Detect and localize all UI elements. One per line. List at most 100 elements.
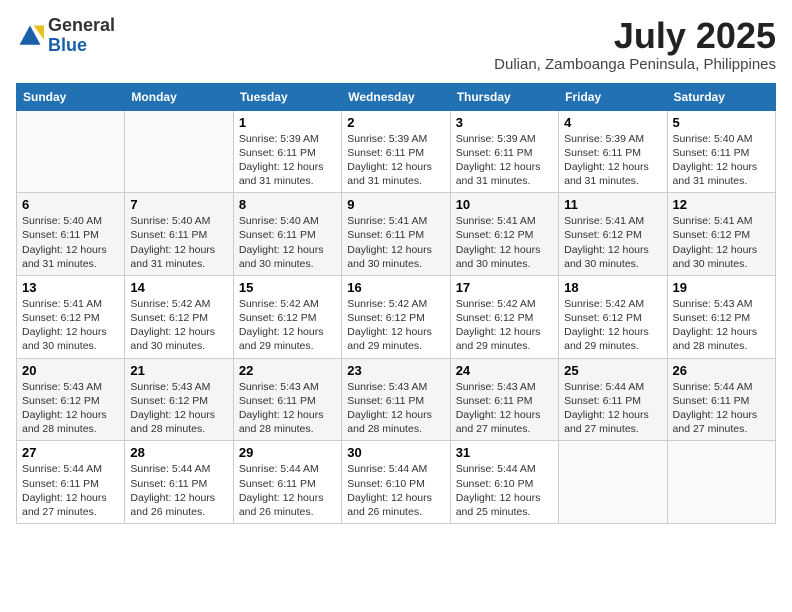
- day-info: Sunrise: 5:40 AM Sunset: 6:11 PM Dayligh…: [673, 132, 770, 189]
- day-number: 28: [130, 445, 227, 460]
- calendar-cell: 3 Sunrise: 5:39 AM Sunset: 6:11 PM Daylig…: [450, 110, 558, 193]
- day-info: Sunrise: 5:39 AM Sunset: 6:11 PM Dayligh…: [456, 132, 553, 189]
- day-number: 15: [239, 280, 336, 295]
- calendar-week-row: 20 Sunrise: 5:43 AM Sunset: 6:12 PM Dayli…: [17, 358, 776, 441]
- day-info: Sunrise: 5:44 AM Sunset: 6:11 PM Dayligh…: [673, 380, 770, 437]
- day-info: Sunrise: 5:39 AM Sunset: 6:11 PM Dayligh…: [564, 132, 661, 189]
- day-info: Sunrise: 5:43 AM Sunset: 6:11 PM Dayligh…: [456, 380, 553, 437]
- calendar-cell: 14 Sunrise: 5:42 AM Sunset: 6:12 PM Dayli…: [125, 275, 233, 358]
- calendar-cell: 11 Sunrise: 5:41 AM Sunset: 6:12 PM Dayli…: [559, 193, 667, 276]
- calendar-cell: 9 Sunrise: 5:41 AM Sunset: 6:11 PM Daylig…: [342, 193, 450, 276]
- day-info: Sunrise: 5:41 AM Sunset: 6:12 PM Dayligh…: [564, 214, 661, 271]
- calendar-cell: 10 Sunrise: 5:41 AM Sunset: 6:12 PM Dayli…: [450, 193, 558, 276]
- calendar-cell: 23 Sunrise: 5:43 AM Sunset: 6:11 PM Dayli…: [342, 358, 450, 441]
- day-number: 11: [564, 197, 661, 212]
- day-info: Sunrise: 5:40 AM Sunset: 6:11 PM Dayligh…: [239, 214, 336, 271]
- day-number: 9: [347, 197, 444, 212]
- weekday-header-row: SundayMondayTuesdayWednesdayThursdayFrid…: [17, 83, 776, 110]
- day-info: Sunrise: 5:41 AM Sunset: 6:12 PM Dayligh…: [673, 214, 770, 271]
- calendar-body: 1 Sunrise: 5:39 AM Sunset: 6:11 PM Daylig…: [17, 110, 776, 523]
- calendar-cell: 21Sunrise: 5:43 AM Sunset: 6:12 PM Dayli…: [125, 358, 233, 441]
- logo: General Blue: [16, 16, 115, 56]
- month-title: July 2025: [494, 16, 776, 56]
- calendar-cell: 27Sunrise: 5:44 AM Sunset: 6:11 PM Dayli…: [17, 441, 125, 524]
- day-number: 4: [564, 115, 661, 130]
- logo-icon: [16, 22, 44, 50]
- logo-general-text: General: [48, 16, 115, 36]
- day-number: 29: [239, 445, 336, 460]
- calendar-week-row: 27 Sunrise: 5:44 AM Sunset: 6:11 PM Dayli…: [17, 441, 776, 524]
- day-number: 3: [456, 115, 553, 130]
- calendar-cell: 30Sunrise: 5:44 AM Sunset: 6:10 PM Dayli…: [342, 441, 450, 524]
- calendar-week-row: 1 Sunrise: 5:39 AM Sunset: 6:11 PM Daylig…: [17, 110, 776, 193]
- day-info: Sunrise: 5:44 AM Sunset: 6:11 PM Dayligh…: [239, 462, 336, 519]
- calendar-cell: 18 Sunrise: 5:42 AM Sunset: 6:12 PM Dayli…: [559, 275, 667, 358]
- day-info: Sunrise: 5:43 AM Sunset: 6:11 PM Dayligh…: [347, 380, 444, 437]
- calendar-cell: 28Sunrise: 5:44 AM Sunset: 6:11 PM Dayli…: [125, 441, 233, 524]
- day-number: 27: [22, 445, 119, 460]
- day-number: 25: [564, 363, 661, 378]
- day-info: Sunrise: 5:42 AM Sunset: 6:12 PM Dayligh…: [347, 297, 444, 354]
- day-number: 20: [22, 363, 119, 378]
- day-number: 6: [22, 197, 119, 212]
- calendar-cell: 29 Sunrise: 5:44 AM Sunset: 6:11 PM Dayli…: [233, 441, 341, 524]
- calendar-cell: 22 Sunrise: 5:43 AM Sunset: 6:11 PM Dayli…: [233, 358, 341, 441]
- weekday-header-cell: Tuesday: [233, 83, 341, 110]
- day-number: 23: [347, 363, 444, 378]
- day-info: Sunrise: 5:41 AM Sunset: 6:12 PM Dayligh…: [22, 297, 119, 354]
- day-info: Sunrise: 5:39 AM Sunset: 6:11 PM Dayligh…: [347, 132, 444, 189]
- day-number: 17: [456, 280, 553, 295]
- calendar-cell: 8 Sunrise: 5:40 AM Sunset: 6:11 PM Daylig…: [233, 193, 341, 276]
- calendar-cell: 2 Sunrise: 5:39 AM Sunset: 6:11 PM Daylig…: [342, 110, 450, 193]
- day-number: 5: [673, 115, 770, 130]
- day-info: Sunrise: 5:41 AM Sunset: 6:11 PM Dayligh…: [347, 214, 444, 271]
- day-number: 2: [347, 115, 444, 130]
- calendar-table: SundayMondayTuesdayWednesdayThursdayFrid…: [16, 83, 776, 524]
- header: General Blue July 2025 Dulian, Zamboanga…: [16, 16, 776, 73]
- day-info: Sunrise: 5:44 AM Sunset: 6:11 PM Dayligh…: [564, 380, 661, 437]
- day-info: Sunrise: 5:42 AM Sunset: 6:12 PM Dayligh…: [130, 297, 227, 354]
- day-number: 13: [22, 280, 119, 295]
- location-title: Dulian, Zamboanga Peninsula, Philippines: [494, 56, 776, 73]
- calendar-cell: 16 Sunrise: 5:42 AM Sunset: 6:12 PM Dayli…: [342, 275, 450, 358]
- weekday-header-cell: Saturday: [667, 83, 775, 110]
- logo-blue-text: Blue: [48, 36, 115, 56]
- day-info: Sunrise: 5:40 AM Sunset: 6:11 PM Dayligh…: [130, 214, 227, 271]
- weekday-header-cell: Friday: [559, 83, 667, 110]
- day-number: 19: [673, 280, 770, 295]
- day-number: 30: [347, 445, 444, 460]
- day-number: 26: [673, 363, 770, 378]
- day-info: Sunrise: 5:43 AM Sunset: 6:12 PM Dayligh…: [22, 380, 119, 437]
- day-info: Sunrise: 5:42 AM Sunset: 6:12 PM Dayligh…: [456, 297, 553, 354]
- calendar-cell: 26 Sunrise: 5:44 AM Sunset: 6:11 PM Dayli…: [667, 358, 775, 441]
- day-number: 18: [564, 280, 661, 295]
- day-number: 7: [130, 197, 227, 212]
- day-number: 31: [456, 445, 553, 460]
- calendar-cell: 25 Sunrise: 5:44 AM Sunset: 6:11 PM Dayli…: [559, 358, 667, 441]
- day-info: Sunrise: 5:41 AM Sunset: 6:12 PM Dayligh…: [456, 214, 553, 271]
- calendar-cell: 13 Sunrise: 5:41 AM Sunset: 6:12 PM Dayli…: [17, 275, 125, 358]
- calendar-cell: 19Sunrise: 5:43 AM Sunset: 6:12 PM Dayli…: [667, 275, 775, 358]
- day-number: 8: [239, 197, 336, 212]
- day-number: 22: [239, 363, 336, 378]
- day-number: 1: [239, 115, 336, 130]
- day-info: Sunrise: 5:42 AM Sunset: 6:12 PM Dayligh…: [239, 297, 336, 354]
- weekday-header-cell: Wednesday: [342, 83, 450, 110]
- calendar-cell: 4 Sunrise: 5:39 AM Sunset: 6:11 PM Daylig…: [559, 110, 667, 193]
- calendar-cell: 5 Sunrise: 5:40 AM Sunset: 6:11 PM Daylig…: [667, 110, 775, 193]
- day-number: 16: [347, 280, 444, 295]
- calendar-cell: [667, 441, 775, 524]
- calendar-week-row: 13 Sunrise: 5:41 AM Sunset: 6:12 PM Dayli…: [17, 275, 776, 358]
- calendar-cell: 7 Sunrise: 5:40 AM Sunset: 6:11 PM Daylig…: [125, 193, 233, 276]
- weekday-header-cell: Thursday: [450, 83, 558, 110]
- day-info: Sunrise: 5:39 AM Sunset: 6:11 PM Dayligh…: [239, 132, 336, 189]
- day-number: 10: [456, 197, 553, 212]
- day-number: 14: [130, 280, 227, 295]
- calendar-cell: 1 Sunrise: 5:39 AM Sunset: 6:11 PM Daylig…: [233, 110, 341, 193]
- calendar-cell: 31Sunrise: 5:44 AM Sunset: 6:10 PM Dayli…: [450, 441, 558, 524]
- day-info: Sunrise: 5:43 AM Sunset: 6:11 PM Dayligh…: [239, 380, 336, 437]
- calendar-cell: [125, 110, 233, 193]
- calendar-cell: 24Sunrise: 5:43 AM Sunset: 6:11 PM Dayli…: [450, 358, 558, 441]
- weekday-header-cell: Sunday: [17, 83, 125, 110]
- day-info: Sunrise: 5:42 AM Sunset: 6:12 PM Dayligh…: [564, 297, 661, 354]
